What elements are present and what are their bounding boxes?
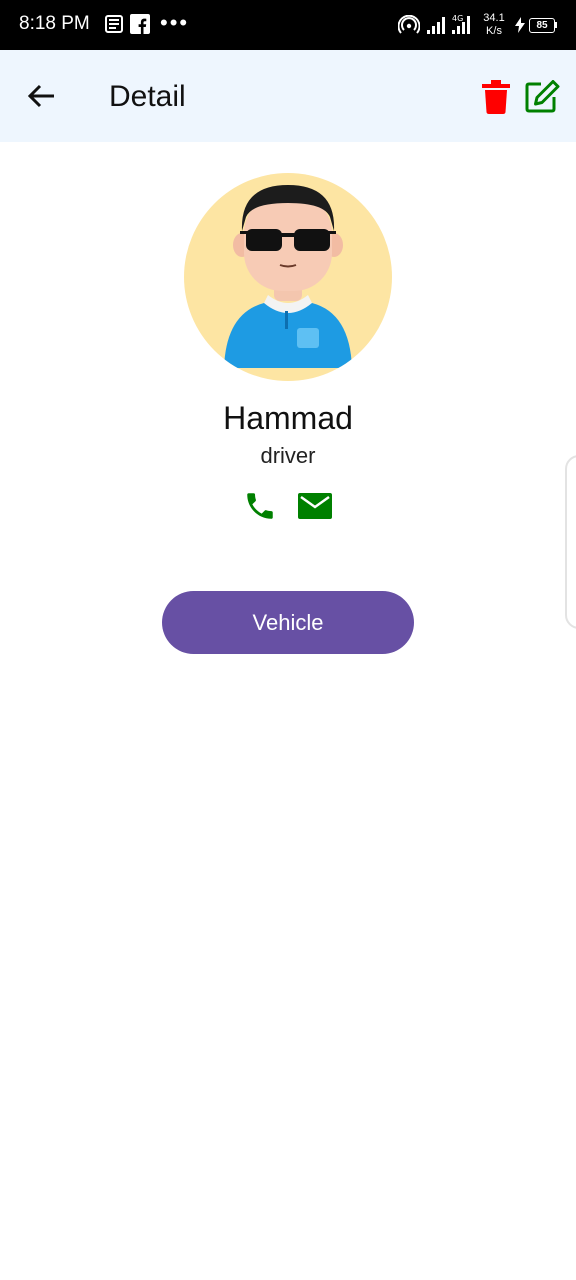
4g-signal-icon: 4G: [452, 14, 470, 34]
phone-icon: [247, 493, 273, 519]
app-bar: Detail: [0, 50, 576, 142]
call-button[interactable]: [243, 489, 277, 523]
facebook-icon: [130, 14, 150, 34]
profile-name: Hammad: [223, 400, 353, 436]
page-title: Detail: [109, 80, 186, 113]
edge-panel-handle[interactable]: [565, 455, 576, 629]
status-bar: 8:18 PM ••• 4G 34.1 K/s 85: [0, 0, 576, 50]
email-button[interactable]: [297, 490, 333, 522]
avatar-illustration: [224, 185, 352, 368]
edit-icon: [525, 80, 560, 113]
delete-button[interactable]: [482, 80, 510, 114]
avatar: [184, 173, 392, 381]
mail-icon: [298, 493, 332, 519]
news-icon: [105, 15, 123, 33]
battery-tip: [555, 22, 557, 28]
arrow-left-icon: [27, 84, 54, 108]
vehicle-button[interactable]: Vehicle: [162, 591, 414, 654]
profile-role: driver: [260, 443, 316, 468]
status-time: 8:18 PM: [19, 13, 90, 34]
hotspot-icon: [398, 15, 420, 34]
more-notifications: •••: [160, 10, 190, 35]
edit-button[interactable]: [524, 80, 560, 114]
charging-icon: [515, 17, 525, 33]
signal-icon: [427, 17, 445, 34]
network-speed: 34.1 K/s: [483, 12, 505, 37]
trash-icon: [482, 80, 510, 114]
svg-text:4G: 4G: [452, 14, 463, 23]
back-button[interactable]: [26, 81, 56, 111]
battery-icon: 85: [529, 18, 555, 33]
